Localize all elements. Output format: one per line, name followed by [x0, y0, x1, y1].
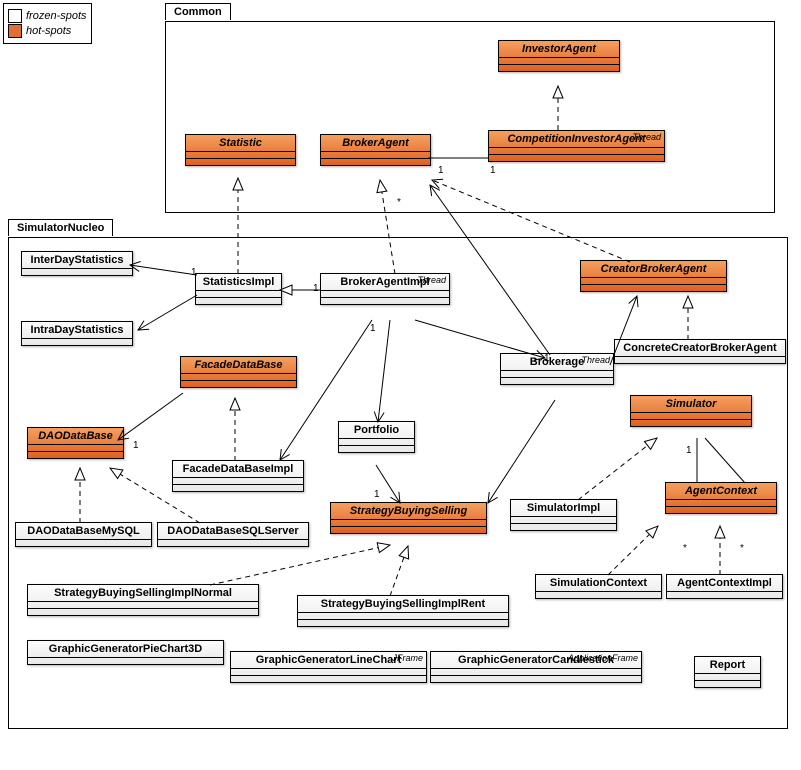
class-name: IntraDayStatistics	[22, 322, 132, 339]
class-name: SimulatorImpl	[511, 500, 616, 517]
mult: 1	[438, 165, 444, 176]
class-strategyBuyingSellingImplNormal: StrategyBuyingSellingImplNormal	[27, 584, 259, 616]
class-name: StrategyBuyingSellingImplRent	[298, 596, 508, 613]
stereotype: Thread	[417, 275, 446, 285]
class-agentContextImpl: AgentContextImpl	[666, 574, 783, 599]
class-name: DAODataBaseMySQL	[16, 523, 151, 540]
mult: 1	[313, 283, 319, 294]
class-graphicGeneratorLineChart: JFrameGraphicGeneratorLineChart	[230, 651, 427, 683]
class-investorAgent: InvestorAgent	[498, 40, 620, 72]
class-name: AgentContext	[666, 483, 776, 500]
class-facadeDataBase: FacadeDataBase	[180, 356, 297, 388]
class-intraDayStatistics: IntraDayStatistics	[21, 321, 133, 346]
class-creatorBrokerAgent: CreatorBrokerAgent	[580, 260, 727, 292]
package-common: Common	[165, 21, 775, 213]
mult: *	[740, 543, 744, 554]
mult: *	[683, 543, 687, 554]
class-name: Statistic	[186, 135, 295, 152]
class-brokerage: ThreadBrokerage	[500, 353, 614, 385]
class-name: DAODataBase	[28, 428, 123, 445]
mult: 1	[544, 353, 550, 364]
class-graphicGeneratorCandlestick: ApplicationFrameGraphicGeneratorCandlest…	[430, 651, 642, 683]
class-brokerAgentImpl: ThreadBrokerAgentImpl	[320, 273, 450, 305]
class-daoDataBase: DAODataBase	[27, 427, 124, 459]
mult: 1	[490, 165, 496, 176]
class-name: StatisticsImpl	[196, 274, 281, 291]
class-interDayStatistics: InterDayStatistics	[21, 251, 133, 276]
class-name: Simulator	[631, 396, 751, 413]
class-daoDataBaseMySQL: DAODataBaseMySQL	[15, 522, 152, 547]
class-name: StrategyBuyingSellingImplNormal	[28, 585, 258, 602]
class-statisticsImpl: StatisticsImpl	[195, 273, 282, 305]
mult: 1	[191, 267, 197, 278]
class-name: AgentContextImpl	[667, 575, 782, 592]
package-nucleo-tab: SimulatorNucleo	[8, 219, 113, 236]
class-simulatorImpl: SimulatorImpl	[510, 499, 617, 531]
swatch-frozen	[8, 9, 22, 23]
class-brokerAgent: BrokerAgent	[320, 134, 431, 166]
class-name: DAODataBaseSQLServer	[158, 523, 308, 540]
diagram-canvas: frozen-spots hot-spots Common SimulatorN…	[0, 0, 801, 770]
class-graphicGeneratorPieChart3D: GraphicGeneratorPieChart3D	[27, 640, 224, 665]
class-facadeDataBaseImpl: FacadeDataBaseImpl	[172, 460, 304, 492]
class-name: InterDayStatistics	[22, 252, 132, 269]
class-statistic: Statistic	[185, 134, 296, 166]
class-simulationContext: SimulationContext	[535, 574, 662, 599]
class-simulator: Simulator	[630, 395, 752, 427]
class-strategyBuyingSellingImplRent: StrategyBuyingSellingImplRent	[297, 595, 509, 627]
mult: *	[397, 197, 401, 208]
legend-frozen: frozen-spots	[8, 9, 87, 23]
class-name: CreatorBrokerAgent	[581, 261, 726, 278]
class-name: GraphicGeneratorPieChart3D	[28, 641, 223, 658]
class-name: StrategyBuyingSelling	[331, 503, 486, 520]
mult: 1	[370, 323, 376, 334]
legend-hot: hot-spots	[8, 24, 87, 38]
class-name: ConcreteCreatorBrokerAgent	[615, 340, 785, 357]
stereotype: Thread	[632, 132, 661, 142]
class-name: SimulationContext	[536, 575, 661, 592]
class-daoDataBaseSQLServer: DAODataBaseSQLServer	[157, 522, 309, 547]
legend: frozen-spots hot-spots	[3, 3, 92, 44]
class-name: InvestorAgent	[499, 41, 619, 58]
mult: 1	[374, 489, 380, 500]
package-common-tab: Common	[165, 3, 231, 20]
class-concreteCreatorBrokerAgent: ConcreteCreatorBrokerAgent	[614, 339, 786, 364]
stereotype: ApplicationFrame	[568, 653, 638, 663]
class-name: FacadeDataBaseImpl	[173, 461, 303, 478]
mult: 1	[686, 445, 692, 456]
mult: 1	[133, 440, 139, 451]
class-strategyBuyingSelling: StrategyBuyingSelling	[330, 502, 487, 534]
class-name: Portfolio	[339, 422, 414, 439]
class-name: Report	[695, 657, 760, 674]
class-portfolio: Portfolio	[338, 421, 415, 453]
swatch-hot	[8, 24, 22, 38]
legend-hot-label: hot-spots	[26, 25, 71, 37]
class-name: BrokerAgent	[321, 135, 430, 152]
class-name: FacadeDataBase	[181, 357, 296, 374]
class-agentContext: AgentContext	[665, 482, 777, 514]
legend-frozen-label: frozen-spots	[26, 10, 87, 22]
class-competitionInvestorAgent: ThreadCompetitionInvestorAgent	[488, 130, 665, 162]
stereotype: Thread	[581, 355, 610, 365]
class-report: Report	[694, 656, 761, 688]
stereotype: JFrame	[392, 653, 423, 663]
